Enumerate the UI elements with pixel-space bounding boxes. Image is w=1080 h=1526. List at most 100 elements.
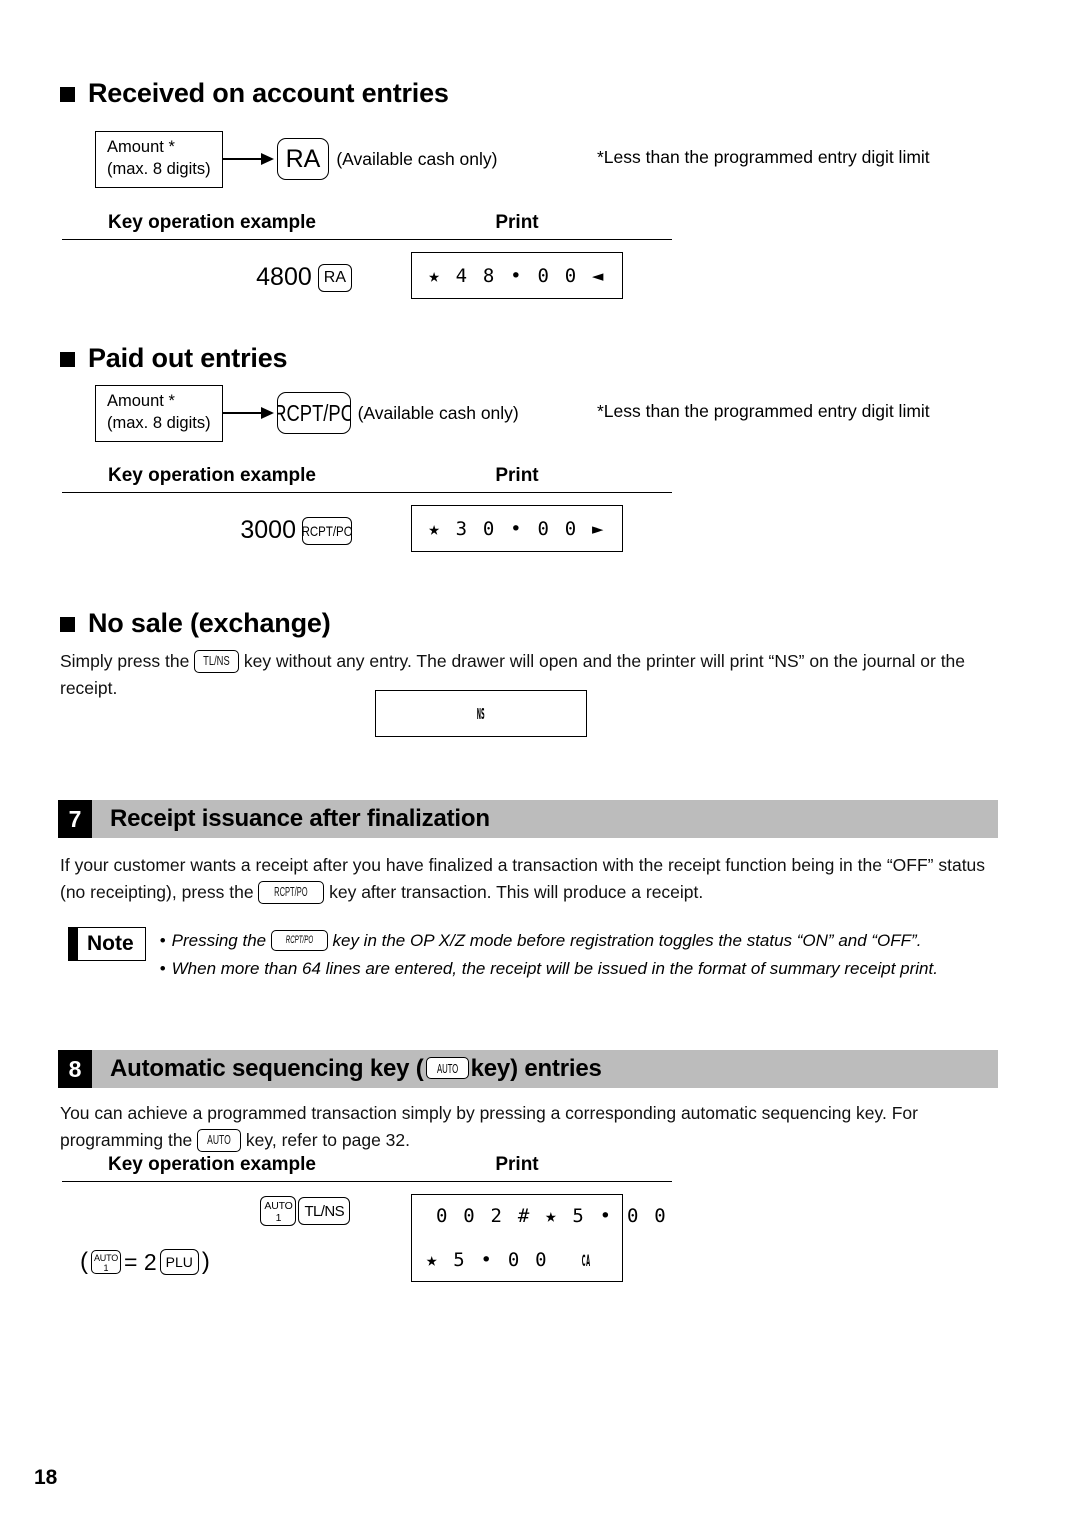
- section-8-text-2: key, refer to page 32.: [241, 1130, 410, 1151]
- col-title-key-operation: Key operation example: [107, 1154, 317, 1175]
- key-plu[interactable]: PLU: [159, 1249, 199, 1275]
- heading-text: Received on account entries: [88, 78, 449, 108]
- band-heading-8: 8 Automatic sequencing key (AUTO key) en…: [58, 1050, 998, 1088]
- key-rcpt-po[interactable]: RCPT/PO: [276, 392, 351, 435]
- bullet-square-icon: [60, 87, 75, 102]
- flow-diagram-ra: Amount * (max. 8 digits) RA (Available c…: [95, 131, 498, 188]
- key-auto-title-inline[interactable]: AUTO: [425, 1057, 469, 1079]
- key-tl-ns-inline[interactable]: TL/NS: [194, 649, 240, 673]
- key-rcpt-po-inline[interactable]: RCPT/PO: [258, 881, 325, 904]
- note-bullet: •: [159, 931, 166, 950]
- arrow-right-icon: [222, 406, 277, 420]
- note-label: Note: [87, 932, 134, 955]
- band-heading-7: 7 Receipt issuance after finalization: [58, 800, 998, 838]
- note-items: • Pressing the RCPT/PO key in the OP X/Z…: [160, 927, 1008, 982]
- col-title-key-operation: Key operation example: [107, 465, 317, 486]
- key-auto-1[interactable]: AUTO 1: [260, 1196, 297, 1226]
- receipt-po: ★ 3 0 • 0 0 ►: [411, 505, 623, 552]
- note-text-2: key in the OP X/Z mode before registrati…: [327, 931, 922, 950]
- note-item: • Pressing the RCPT/PO key in the OP X/Z…: [160, 927, 1008, 955]
- section-title-8: Automatic sequencing key (AUTO key) entr…: [92, 1050, 998, 1088]
- key-operation-table-po: Key operation example Print 3000 RCPT/PO…: [62, 465, 672, 552]
- equation-close-paren: ): [201, 1248, 210, 1275]
- note-item-text: When more than 64 lines are entered, the…: [171, 958, 938, 978]
- key-operation-table-ra: Key operation example Print 4800 RA ★ 4 …: [62, 212, 672, 299]
- section-8-text-1: You can achieve a programmed transaction…: [60, 1103, 918, 1151]
- operation-amount-ra: 4800: [256, 263, 312, 291]
- key-auto-1-eq[interactable]: AUTO 1: [91, 1250, 121, 1274]
- key-auto-label: AUTO: [264, 1200, 293, 1212]
- page-number: 18: [34, 1466, 58, 1489]
- section-number-8: 8: [58, 1050, 92, 1088]
- section-8-auto-sequencing: 8 Automatic sequencing key (AUTO key) en…: [58, 1050, 998, 1088]
- section-title-7: Receipt issuance after finalization: [92, 800, 998, 838]
- bullet-square-icon: [60, 617, 75, 632]
- receipt-line-1: 0 0 2 # ★ 5 • 0 0: [436, 1205, 668, 1227]
- operation-sequence-ra: 4800 RA: [62, 240, 362, 299]
- po-key-note: (Available cash only): [357, 402, 519, 423]
- section-7-text-2: key after transaction. This will produce…: [324, 882, 704, 903]
- auto-key-equation: ( AUTO 1 = 2 PLU ): [62, 1226, 362, 1276]
- manual-page: Received on account entries Amount * (ma…: [0, 0, 1080, 1526]
- key-rcpt-po-small[interactable]: RCPT/PO: [302, 516, 352, 545]
- receipt-line-2-tag: CA: [581, 1251, 591, 1270]
- receipt-line-2: ★ 5 • 0 0 CA: [426, 1249, 608, 1271]
- note-item-text: Pressing the RCPT/PO key in the OP X/Z m…: [172, 927, 1008, 955]
- receipt-line-po: ★ 3 0 • 0 0 ►: [428, 517, 606, 540]
- key-ra-small[interactable]: RA: [317, 263, 352, 292]
- key-auto-index: 1: [275, 1211, 282, 1224]
- amount-box-ra: Amount * (max. 8 digits): [95, 131, 223, 188]
- no-sale-text-1: Simply press the: [60, 651, 195, 671]
- section-8-title-1: Automatic sequencing key (: [110, 1055, 424, 1082]
- heading-received-on-account: Received on account entries: [60, 78, 449, 109]
- equation-middle: = 2: [124, 1248, 157, 1275]
- receipt-auto: 0 0 2 # ★ 5 • 0 0 ★ 5 • 0 0 CA: [411, 1194, 668, 1282]
- key-auto-inline[interactable]: AUTO: [197, 1129, 242, 1152]
- receipt-line-no-sale: NS: [477, 704, 485, 723]
- receipt-ra: ★ 4 8 • 0 0 ◄: [411, 252, 623, 299]
- equation-open-paren: (: [80, 1248, 88, 1275]
- amount-label-line2: (max. 8 digits): [107, 159, 211, 178]
- section-8-title-2: key) entries: [470, 1055, 602, 1082]
- arrow-right-icon: [222, 152, 277, 166]
- note-block: Note • Pressing the RCPT/PO key in the O…: [68, 927, 1008, 982]
- note-badge: Note: [68, 927, 146, 961]
- note-text-1: Pressing the: [171, 931, 271, 950]
- key-ra[interactable]: RA: [276, 138, 330, 181]
- amount-label-line1: Amount *: [107, 138, 175, 156]
- key-auto-label: AUTO: [93, 1252, 119, 1263]
- paragraph-section-8: You can achieve a programmed transaction…: [60, 1100, 1005, 1154]
- heading-paid-out: Paid out entries: [60, 343, 288, 374]
- key-tl-ns[interactable]: TL/NS: [298, 1197, 350, 1225]
- col-title-print: Print: [495, 465, 539, 486]
- section-number-7: 7: [58, 800, 92, 838]
- operation-sequence-auto: AUTO 1 TL/NS ( AUTO 1 = 2 PLU ): [62, 1182, 362, 1282]
- receipt-no-sale: NS: [375, 690, 587, 737]
- note-bullet: •: [159, 958, 166, 978]
- col-title-key-operation: Key operation example: [107, 212, 317, 233]
- receipt-line-ra: ★ 4 8 • 0 0 ◄: [428, 264, 606, 287]
- key-auto-index: 1: [103, 1262, 109, 1273]
- footnote-po: *Less than the programmed entry digit li…: [597, 401, 930, 421]
- col-title-print: Print: [495, 1154, 539, 1175]
- heading-text: Paid out entries: [88, 343, 288, 373]
- section-paid-out: Paid out entries: [60, 343, 288, 374]
- note-bar-icon: [69, 928, 78, 960]
- ra-key-note: (Available cash only): [336, 148, 498, 169]
- operation-amount-po: 3000: [240, 516, 296, 544]
- key-operation-table-auto: Key operation example Print AUTO 1 TL/NS…: [62, 1154, 672, 1282]
- amount-label-line2: (max. 8 digits): [107, 413, 211, 432]
- flow-diagram-po: Amount * (max. 8 digits) RCPT/PO (Availa…: [95, 385, 519, 442]
- heading-no-sale: No sale (exchange): [60, 608, 331, 639]
- amount-label-line1: Amount *: [107, 392, 175, 410]
- note-item: • When more than 64 lines are entered, t…: [160, 955, 1008, 983]
- section-received-on-account: Received on account entries: [60, 78, 449, 109]
- heading-text: No sale (exchange): [88, 608, 331, 638]
- amount-box-po: Amount * (max. 8 digits): [95, 385, 223, 442]
- receipt-line-2-amount: ★ 5 • 0 0: [426, 1249, 549, 1271]
- receipt-no-sale-wrap: NS: [375, 690, 587, 737]
- section-no-sale: No sale (exchange): [60, 608, 331, 639]
- section-7-receipt-issuance: 7 Receipt issuance after finalization: [58, 800, 998, 838]
- col-title-print: Print: [495, 212, 539, 233]
- key-rcpt-po-note-inline[interactable]: RCPT/PO: [270, 930, 328, 952]
